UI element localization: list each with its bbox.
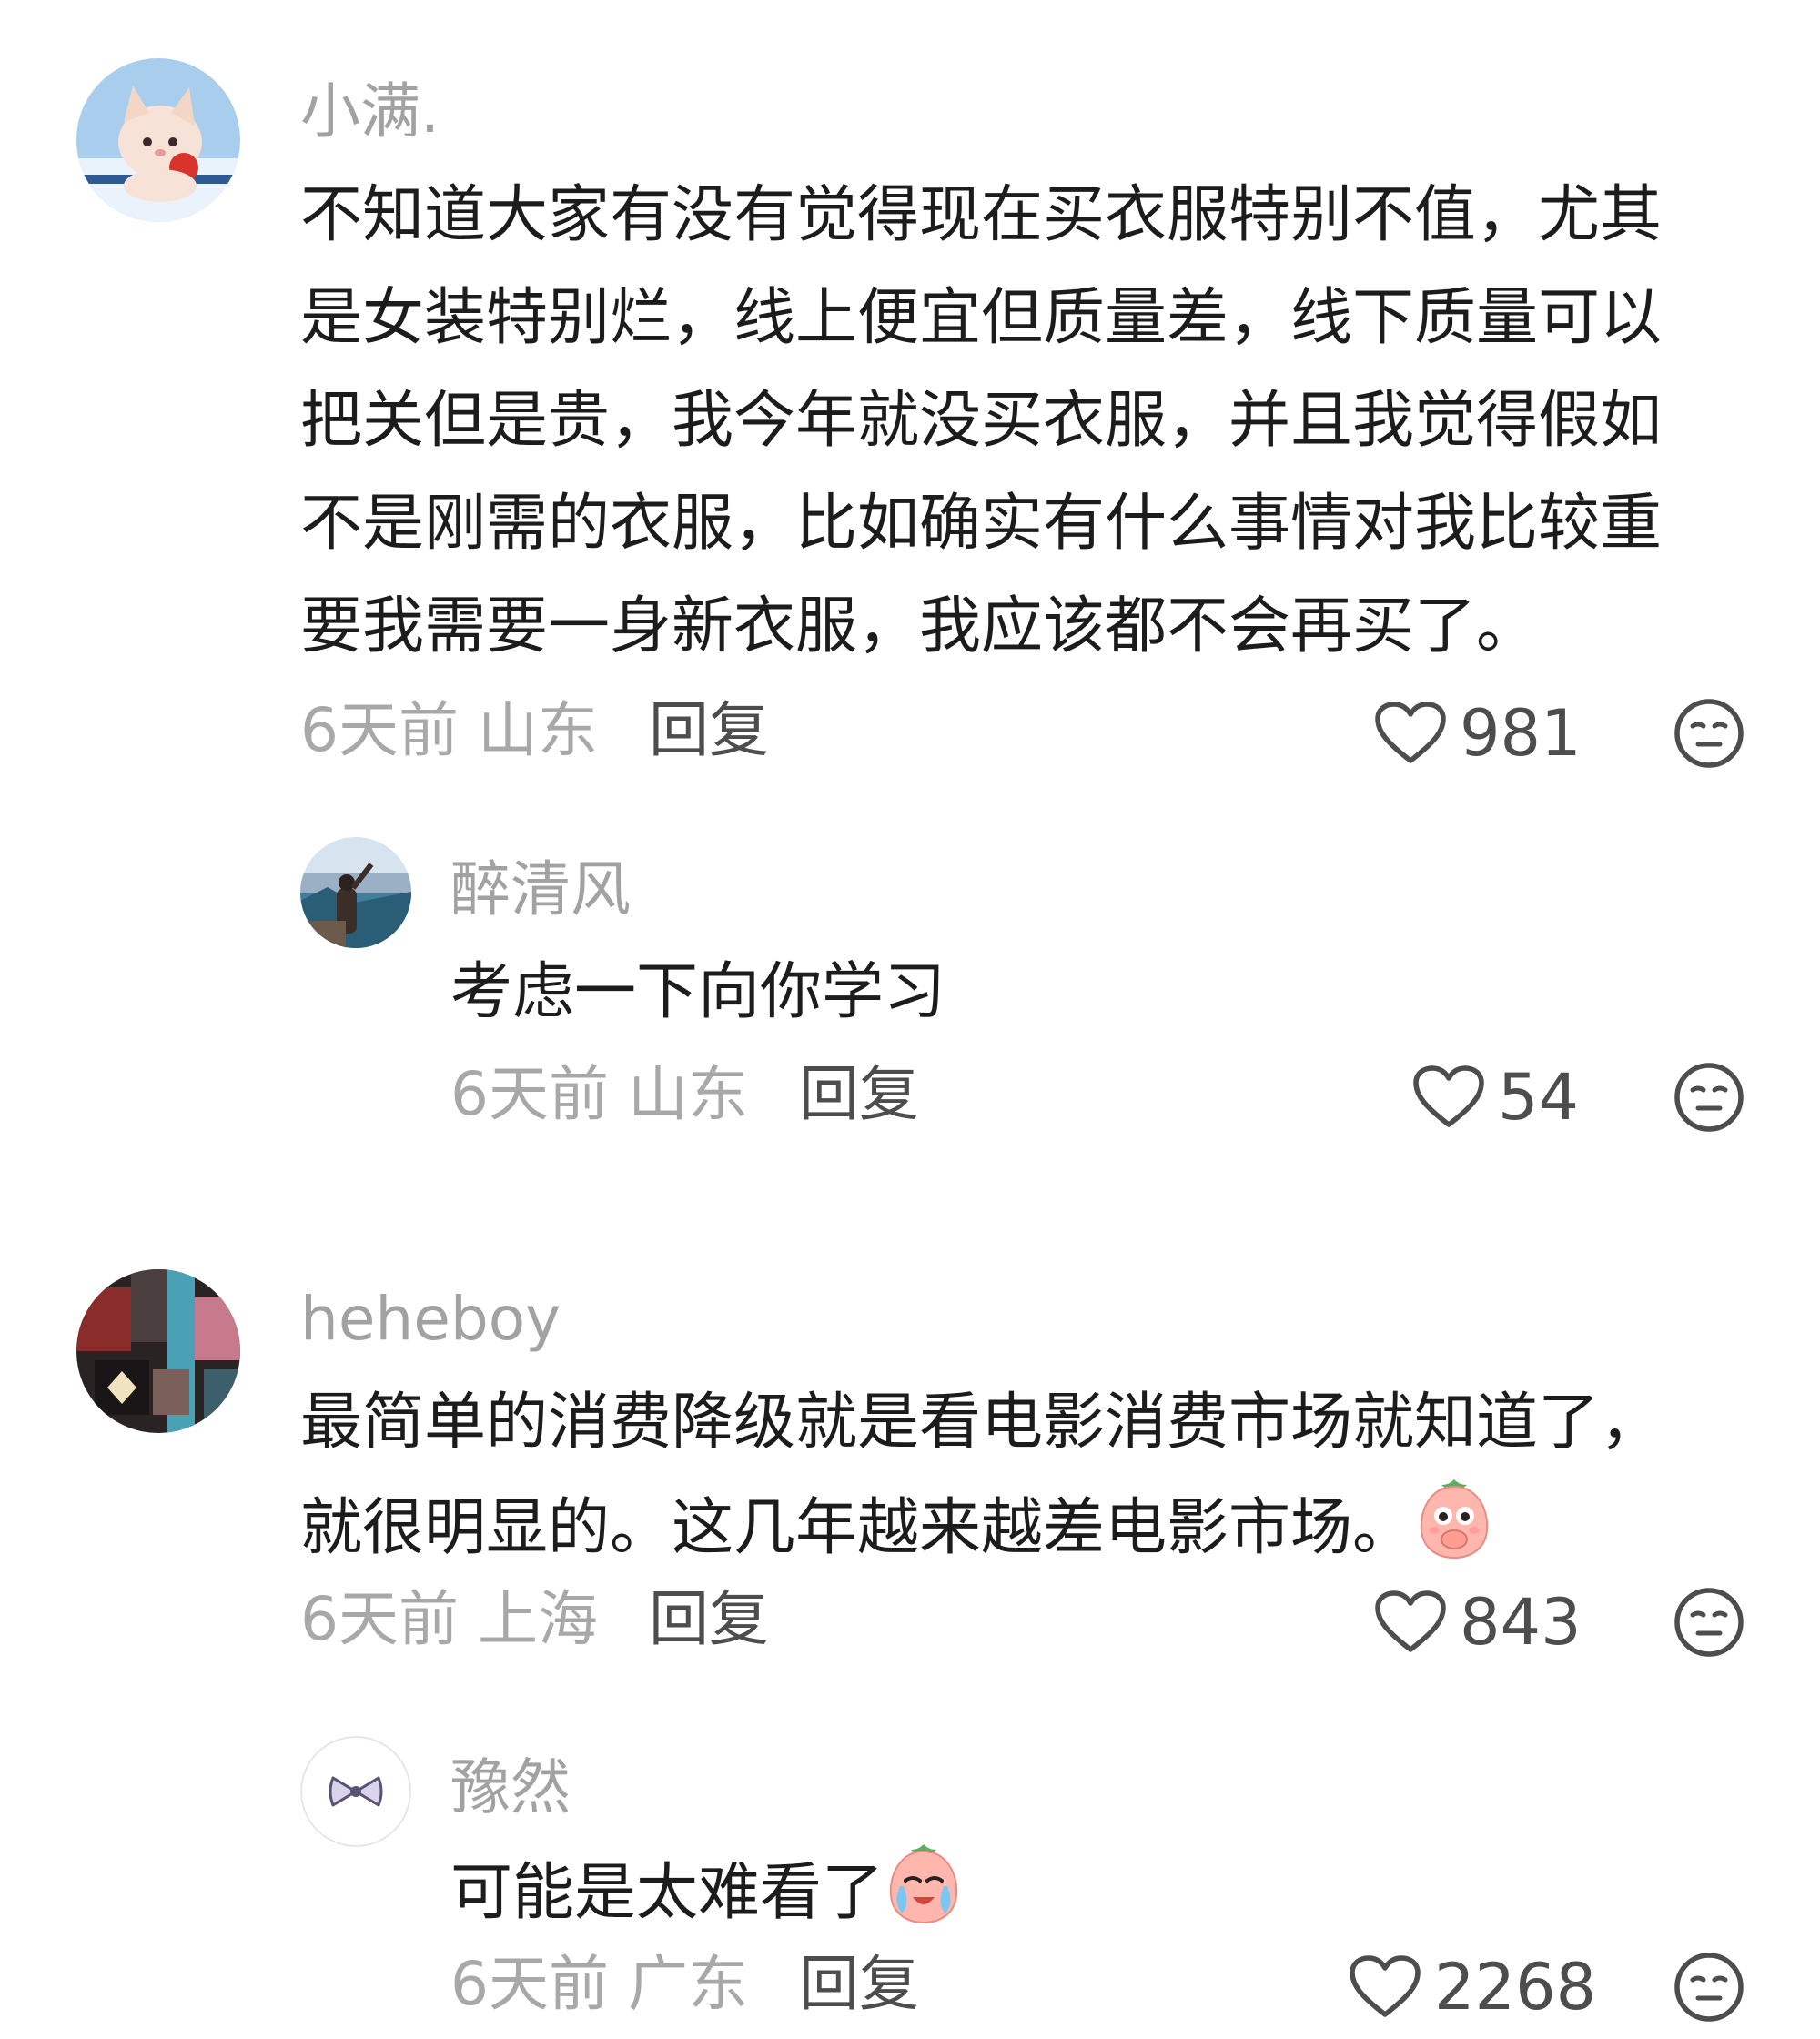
comment-text: 不知道大家有没有觉得现在买衣服特别不值，尤其 是女装特别烂，线上便宜但质量差，线… [300,164,1662,678]
username[interactable]: 小满. [300,82,440,142]
comment-line: 就很明显的。这几年越来越差电影市场。 [300,1474,1662,1580]
comment-time-location: 6天前 山东 [450,1059,748,1129]
reply-button[interactable]: 回复 [649,701,769,761]
heart-outline-icon [1375,702,1446,763]
plush-cat-avatar-icon [76,58,240,222]
username[interactable]: heheboy [300,1289,561,1349]
peach-cover-mouth-emoji-icon [1414,1474,1494,1561]
reply-button[interactable]: 回复 [799,1954,919,2014]
reply-text: 可能是太难看了 [450,1839,964,1944]
lake-photo-avatar-icon [300,837,411,948]
meh-face-icon [1674,1953,1744,2022]
like-button[interactable]: 843 [1374,1586,1582,1659]
username[interactable]: 豫然 [450,1758,571,1818]
meh-face-icon [1674,699,1744,768]
avatar[interactable] [300,837,411,948]
avatar[interactable] [76,1269,240,1433]
comment-time-location: 6天前 山东 [300,695,598,765]
heart-outline-icon [1375,1590,1446,1652]
bow-avatar-icon [300,1736,411,1847]
avatar[interactable] [76,58,240,222]
like-count: 843 [1460,1585,1582,1660]
comment-line: 是女装特别烂，线上便宜但质量差，线下质量可以 [300,282,1663,354]
like-button[interactable]: 54 [1412,1061,1579,1134]
comment-line: 要我需要一身新衣服，我应该都不会再买了。 [300,591,1539,662]
dislike-button[interactable] [1673,697,1745,770]
heart-outline-icon [1350,1955,1421,2017]
meh-face-icon [1674,1588,1744,1657]
meh-face-icon [1674,1063,1744,1132]
like-count: 981 [1460,696,1582,771]
comment-line: 不知道大家有没有觉得现在买衣服特别不值，尤其 [300,179,1663,251]
heart-outline-icon [1413,1065,1484,1127]
comment-line: 不是刚需的衣服，比如确实有什么事情对我比较重 [300,488,1663,560]
like-button[interactable]: 981 [1374,697,1582,770]
reply-text: 考虑一下向你学习 [450,956,946,1028]
dislike-button[interactable] [1673,1586,1745,1659]
username[interactable]: 醉清风 [450,860,631,920]
avatar[interactable] [300,1736,411,1847]
reply-button[interactable]: 回复 [799,1065,919,1125]
comment-time-location: 6天前 上海 [300,1584,598,1654]
comment-text: 最简单的消费降级就是看电影消费市场就知道了， 就很明显的。这几年越来越差电影市场… [300,1371,1662,1580]
peach-crying-emoji-icon [884,1839,964,1926]
like-count: 54 [1498,1060,1580,1135]
dislike-button[interactable] [1673,1951,1745,2024]
comment-line: 最简单的消费降级就是看电影消费市场就知道了， [300,1387,1663,1459]
reply-button[interactable]: 回复 [649,1590,769,1650]
collage-avatar-icon [76,1269,240,1433]
dislike-button[interactable] [1673,1061,1745,1134]
like-button[interactable]: 2268 [1349,1951,1596,2024]
like-count: 2268 [1434,1950,1597,2024]
comment-line: 把关但是贵，我今年就没买衣服，并且我觉得假如 [300,385,1663,457]
comment-time-location: 6天前 广东 [450,1949,748,2019]
